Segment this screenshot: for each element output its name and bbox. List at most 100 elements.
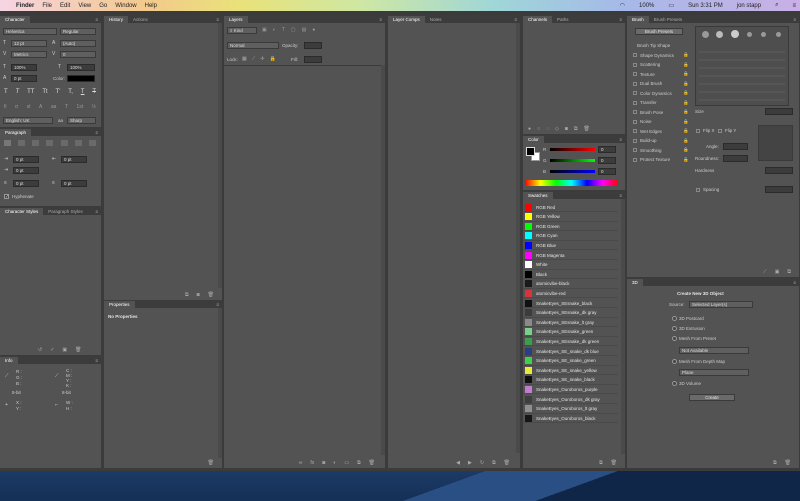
battery-icon[interactable]: ▭ <box>668 2 674 9</box>
link-layers-icon[interactable]: ∞ <box>299 460 303 466</box>
baseline-shift-field[interactable]: 0 pt <box>11 75 37 82</box>
brush-option-checkbox[interactable] <box>633 100 637 105</box>
volume-radio[interactable] <box>672 381 677 386</box>
tab-character-styles[interactable]: Character Styles <box>0 208 44 215</box>
font-size-field[interactable]: 12 pt <box>11 40 47 47</box>
fill-field[interactable] <box>304 56 322 63</box>
prev-comp-icon[interactable]: ◀ <box>456 460 460 466</box>
postcard-radio[interactable] <box>672 316 677 321</box>
panel-menu-icon[interactable]: ≡ <box>92 16 101 23</box>
new-path-icon[interactable]: ⧉ <box>574 126 578 132</box>
lock-transparent-icon[interactable]: ▦ <box>242 56 247 62</box>
swatch-row[interactable]: SnakeEyes_SE_snake_black <box>523 376 618 385</box>
user-name[interactable]: jon stapp <box>737 3 761 9</box>
delete-path-icon[interactable]: 🗑 <box>584 126 590 132</box>
delete-swatch-icon[interactable]: 🗑 <box>611 460 617 466</box>
horizontal-scale-field[interactable]: 100% <box>67 64 95 71</box>
stroke-path-icon[interactable]: ○ <box>537 126 540 132</box>
brush-angle-preview[interactable] <box>758 125 793 161</box>
menu-window[interactable]: Window <box>115 3 136 9</box>
brush-option-checkbox[interactable] <box>633 72 637 76</box>
brush-option-row[interactable]: Dual Brush 🔒 <box>633 80 689 88</box>
brush-tip-grid[interactable] <box>695 26 789 106</box>
filter-smart-icon[interactable]: ▤ <box>302 27 307 33</box>
filter-shape-icon[interactable]: ▢ <box>291 27 296 33</box>
tab-paragraph-styles[interactable]: Paragraph Styles <box>43 208 88 215</box>
menu-edit[interactable]: Edit <box>60 3 70 9</box>
create-new-brush-icon[interactable]: ⧉ <box>787 269 791 275</box>
source-select[interactable]: Selected Layer(s) <box>689 301 753 308</box>
panel-menu-icon[interactable]: ≡ <box>213 301 222 308</box>
fraction-icon[interactable]: 1st <box>77 104 84 110</box>
lock-icon[interactable]: 🔒 <box>683 100 689 106</box>
menu-app-finder[interactable]: Finder <box>16 3 34 9</box>
menu-view[interactable]: View <box>78 3 91 9</box>
subscript-icon[interactable]: T, <box>68 89 73 95</box>
swatch-row[interactable]: SnakeEyes_Ouroboros_dk gray <box>523 395 618 404</box>
panel-menu-icon[interactable]: ≡ <box>790 279 799 286</box>
align-right-icon[interactable] <box>32 140 40 146</box>
adjustment-layer-icon[interactable]: ◐ <box>333 460 336 466</box>
menu-go[interactable]: Go <box>99 3 107 9</box>
snapshot-icon[interactable]: ◙ <box>197 292 200 298</box>
lock-all-icon[interactable]: 🔒 <box>269 56 275 62</box>
delete-style-icon[interactable]: 🗑 <box>75 347 81 353</box>
panel-menu-icon[interactable]: ≡ <box>790 16 799 23</box>
next-comp-icon[interactable]: ▶ <box>468 460 472 466</box>
new-brush-icon[interactable]: ▣ <box>775 269 780 275</box>
tab-character[interactable]: Character <box>0 16 30 23</box>
trash-icon[interactable]: 🗑 <box>208 460 214 466</box>
swatch-row[interactable]: atomicvibe-black <box>523 280 618 289</box>
swatch-row[interactable]: RGB Magenta <box>523 251 618 260</box>
panel-menu-icon[interactable]: ≡ <box>616 136 625 143</box>
brush-option-checkbox[interactable] <box>633 138 637 143</box>
brush-option-checkbox[interactable] <box>633 81 637 86</box>
swatch-row[interactable]: SnakeEyes_SEsnake_green <box>523 328 618 337</box>
tab-paths[interactable]: Paths <box>552 16 574 23</box>
brush-option-checkbox[interactable] <box>633 157 637 162</box>
swatch-row[interactable]: SnakeEyes_SEsnake_dk green <box>523 337 618 347</box>
new-group-icon[interactable]: ▭ <box>344 460 349 466</box>
align-left-icon[interactable] <box>4 140 11 146</box>
tab-paragraph[interactable]: Paragraph <box>0 129 32 136</box>
underline-icon[interactable]: T <box>81 89 85 95</box>
panel-menu-icon[interactable]: ≡ <box>616 192 625 199</box>
lock-icon[interactable]: 🔒 <box>683 157 689 163</box>
all-caps-icon[interactable]: TT <box>27 89 34 95</box>
hardness-field[interactable] <box>765 167 793 174</box>
tab-brush[interactable]: Brush <box>627 16 649 23</box>
lock-icon[interactable]: 🔒 <box>683 81 689 87</box>
color-r-field[interactable]: 0 <box>598 146 616 153</box>
tab-history[interactable]: History <box>104 16 129 23</box>
make-workpath-icon[interactable]: ◇ <box>555 126 559 132</box>
lock-icon[interactable]: 🔒 <box>683 109 689 115</box>
titling-icon[interactable]: aa <box>51 104 57 110</box>
brush-presets-button[interactable]: Brush Presets <box>635 28 683 35</box>
wifi-icon[interactable]: ◠ <box>620 2 625 9</box>
language-select[interactable]: English: UK <box>3 117 53 124</box>
ordinal-icon[interactable]: T <box>65 104 68 110</box>
angle-field[interactable] <box>723 143 748 150</box>
layers-scrollbar[interactable] <box>381 65 385 455</box>
brush-option-checkbox[interactable] <box>633 129 637 133</box>
layer-comps-scrollbar[interactable] <box>516 23 520 453</box>
tab-properties[interactable]: Properties <box>104 301 135 308</box>
brush-option-row[interactable]: Color Dynamics 🔒 <box>633 89 689 97</box>
justify-center-icon[interactable] <box>60 140 68 146</box>
add-mask-icon[interactable]: ◙ <box>565 126 568 132</box>
new-comp-icon[interactable]: ⧉ <box>492 460 496 466</box>
tab-color[interactable]: Color <box>523 136 544 143</box>
delete-3d-icon[interactable]: 🗑 <box>785 460 791 466</box>
roundness-field[interactable] <box>723 155 748 162</box>
lock-icon[interactable]: 🔒 <box>683 52 689 58</box>
brush-option-row[interactable]: Transfer 🔒 <box>633 99 689 107</box>
brush-option-checkbox[interactable] <box>633 119 637 124</box>
fill-path-icon[interactable]: ● <box>528 126 531 132</box>
tab-3d[interactable]: 3D <box>627 279 643 286</box>
panel-menu-icon[interactable]: ≡ <box>213 16 222 23</box>
delete-comp-icon[interactable]: 🗑 <box>504 460 510 466</box>
spacing-field[interactable] <box>765 186 793 193</box>
menu-file[interactable]: File <box>42 3 52 9</box>
toggle-live-tip-icon[interactable]: ⟋ <box>763 269 767 275</box>
swatch-row[interactable]: SnakeEyes_Ouroboros_purple <box>523 385 618 395</box>
